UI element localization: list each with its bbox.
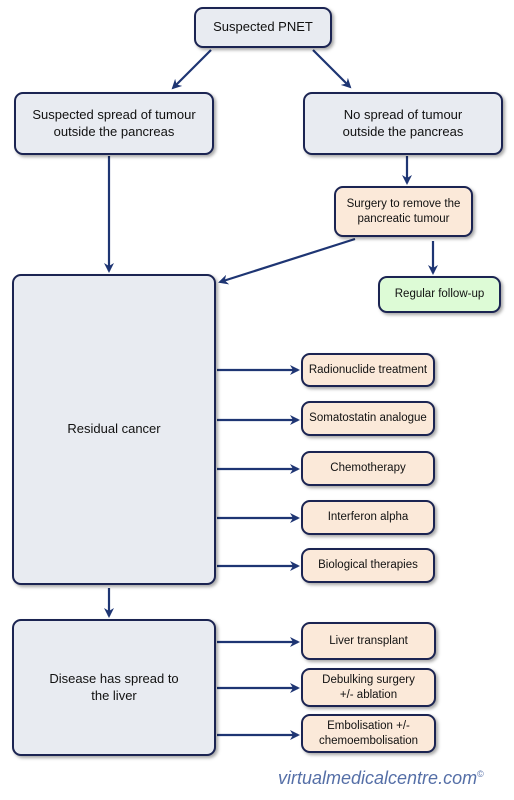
node-suspected-pnet: Suspected PNET	[194, 7, 332, 48]
node-label: Embolisation +/- chemoembolisation	[318, 719, 419, 747]
treatment-embolisation: Embolisation +/- chemoembolisation	[301, 714, 436, 753]
node-label: Surgery to remove the pancreatic tumour	[346, 197, 461, 225]
node-label: No spread of tumour outside the pancreas	[342, 106, 464, 139]
arrow-surgery-to-residual	[218, 237, 356, 285]
logo-text: virtualmedicalcentre.com	[278, 768, 478, 788]
arrow-root-to-spread	[171, 49, 212, 90]
treatment-liver-transplant: Liver transplant	[301, 622, 436, 660]
node-label: Liver transplant	[329, 634, 408, 647]
treatment-somatostatin: Somatostatin analogue	[301, 401, 435, 436]
node-label: Biological therapies	[318, 559, 418, 572]
node-label: Somatostatin analogue	[309, 412, 427, 425]
treatment-biological: Biological therapies	[301, 548, 435, 583]
node-label: Radionuclide treatment	[308, 363, 428, 376]
node-surgery: Surgery to remove the pancreatic tumour	[334, 186, 473, 237]
node-label: Residual cancer	[67, 421, 161, 437]
node-label: Debulking surgery +/- ablation	[322, 673, 415, 701]
node-no-spread: No spread of tumour outside the pancreas	[303, 92, 503, 155]
copyright-mark: ©	[477, 769, 484, 779]
node-suspected-spread: Suspected spread of tumour outside the p…	[14, 92, 214, 155]
node-label: Interferon alpha	[327, 511, 409, 524]
treatment-chemotherapy: Chemotherapy	[301, 451, 435, 486]
treatment-radionuclide: Radionuclide treatment	[301, 353, 435, 387]
node-label: Disease has spread to the liver	[49, 670, 179, 703]
node-label: Chemotherapy	[330, 462, 406, 475]
node-label: Suspected spread of tumour outside the p…	[32, 106, 196, 139]
node-liver-spread: Disease has spread to the liver	[12, 619, 216, 756]
treatment-debulking: Debulking surgery +/- ablation	[301, 668, 436, 707]
arrow-root-to-no-spread	[312, 49, 352, 89]
node-label: Regular follow-up	[394, 288, 485, 301]
treatment-interferon: Interferon alpha	[301, 500, 435, 535]
logo-watermark: virtualmedicalcentre.com©	[278, 768, 484, 789]
node-label: Suspected PNET	[213, 19, 313, 35]
node-residual-cancer: Residual cancer	[12, 274, 216, 585]
node-follow-up: Regular follow-up	[378, 276, 501, 313]
